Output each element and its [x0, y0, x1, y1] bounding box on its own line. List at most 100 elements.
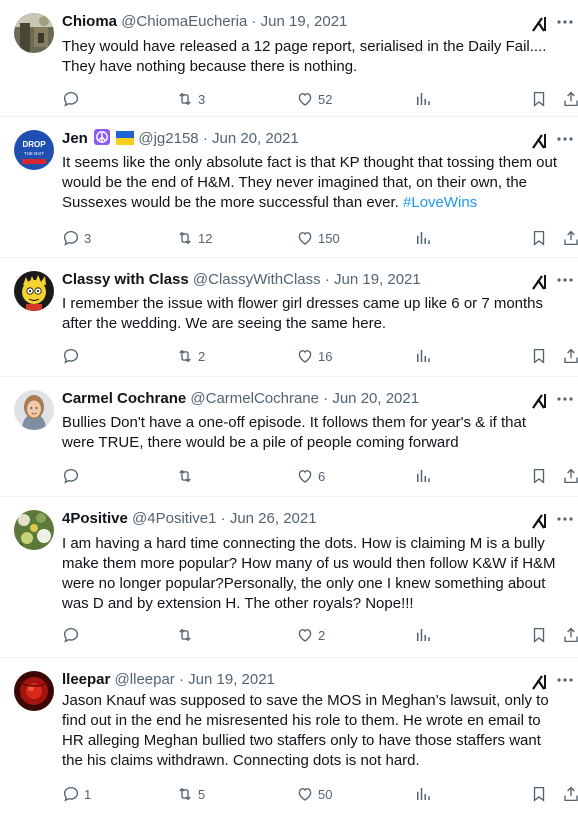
bookmark-button[interactable]	[530, 625, 548, 645]
views-button[interactable]	[414, 784, 432, 804]
tweet-date[interactable]: Jun 20, 2021	[212, 130, 299, 147]
bookmark-button[interactable]	[530, 89, 548, 109]
like-count: 52	[318, 91, 333, 107]
author-name[interactable]: 4Positive	[62, 510, 128, 527]
reply-icon	[63, 468, 79, 484]
grok-icon[interactable]	[530, 131, 550, 151]
reply-icon	[63, 230, 79, 246]
author-handle[interactable]: @4Positive1	[132, 510, 216, 527]
retweet-button[interactable]	[176, 466, 198, 486]
bookmark-button[interactable]	[530, 784, 548, 804]
like-button[interactable]: 52	[296, 89, 332, 109]
views-button[interactable]	[414, 346, 432, 366]
tweet[interactable]: DROP THE BAIT Jen @jg2158 · Jun 20, 2021…	[0, 117, 578, 258]
author-handle[interactable]: @lleepar	[115, 671, 175, 688]
reply-button[interactable]	[62, 89, 84, 109]
bookmark-button[interactable]	[530, 466, 548, 486]
grok-icon[interactable]	[530, 391, 550, 411]
tweet[interactable]: 4Positive @4Positive1 · Jun 26, 2021 I a…	[0, 497, 578, 658]
bookmark-button[interactable]	[530, 228, 548, 248]
svg-text:DROP: DROP	[22, 140, 46, 149]
retweet-button[interactable]: 3	[176, 89, 205, 109]
avatar[interactable]	[14, 671, 54, 711]
views-icon	[417, 93, 430, 105]
tweet-date[interactable]: Jun 19, 2021	[334, 271, 421, 288]
share-button[interactable]	[562, 466, 578, 486]
avatar[interactable]	[14, 271, 54, 311]
author-handle[interactable]: @ChiomaEucheria	[121, 13, 247, 30]
reply-icon	[63, 348, 79, 364]
retweet-button[interactable]: 12	[176, 228, 212, 248]
more-icon[interactable]	[556, 670, 574, 690]
retweet-button[interactable]: 5	[176, 784, 205, 804]
avatar[interactable]	[14, 390, 54, 430]
bookmark-icon	[533, 348, 545, 364]
author-name[interactable]: Jen	[62, 130, 88, 147]
share-button[interactable]	[562, 625, 578, 645]
tweet-date[interactable]: Jun 19, 2021	[261, 13, 348, 30]
more-icon[interactable]	[556, 389, 574, 409]
tweet-date[interactable]: Jun 20, 2021	[332, 390, 419, 407]
tweet-date[interactable]: Jun 26, 2021	[230, 510, 317, 527]
tweet-date[interactable]: Jun 19, 2021	[188, 671, 275, 688]
like-button[interactable]: 16	[296, 346, 332, 366]
avatar[interactable]	[14, 510, 54, 550]
tweet-actions: 2 16	[62, 346, 578, 366]
avatar[interactable]	[14, 13, 54, 53]
reply-button[interactable]	[62, 466, 84, 486]
like-button[interactable]: 150	[296, 228, 340, 248]
tweet[interactable]: Chioma @ChiomaEucheria · Jun 19, 2021 Th…	[0, 0, 578, 117]
share-button[interactable]	[562, 784, 578, 804]
retweet-button[interactable]	[176, 625, 198, 645]
separator: ·	[323, 390, 329, 407]
retweet-icon	[179, 787, 191, 801]
grok-icon[interactable]	[530, 14, 550, 34]
author-name[interactable]: Classy with Class	[62, 271, 189, 288]
retweet-count: 5	[198, 786, 206, 802]
share-icon	[564, 468, 578, 484]
author-handle[interactable]: @ClassyWithClass	[193, 271, 321, 288]
retweet-icon	[179, 349, 191, 363]
hashtag-link[interactable]: #LoveWins	[403, 194, 477, 211]
views-button[interactable]	[414, 228, 432, 248]
author-handle[interactable]: @jg2158	[138, 130, 198, 147]
grok-icon[interactable]	[530, 672, 550, 692]
reply-button[interactable]	[62, 625, 84, 645]
like-button[interactable]: 6	[296, 466, 325, 486]
more-icon[interactable]	[556, 270, 574, 290]
grok-icon[interactable]	[530, 511, 550, 531]
like-icon	[298, 470, 312, 483]
share-button[interactable]	[562, 346, 578, 366]
reply-button[interactable]	[62, 346, 84, 366]
views-button[interactable]	[414, 625, 432, 645]
author-name[interactable]: Chioma	[62, 13, 117, 30]
like-count: 16	[318, 348, 333, 364]
share-icon	[564, 230, 578, 246]
tweet[interactable]: Carmel Cochrane @CarmelCochrane · Jun 20…	[0, 377, 578, 497]
more-icon[interactable]	[556, 509, 574, 529]
bookmark-icon	[533, 627, 545, 643]
reply-button[interactable]: 3	[62, 228, 91, 248]
grok-icon[interactable]	[530, 272, 550, 292]
like-button[interactable]: 50	[296, 784, 332, 804]
more-icon[interactable]	[556, 12, 574, 32]
retweet-button[interactable]: 2	[176, 346, 205, 366]
reply-count: 1	[84, 786, 92, 802]
share-button[interactable]	[562, 228, 578, 248]
tweet[interactable]: Classy with Class @ClassyWithClass · Jun…	[0, 258, 578, 377]
svg-text:THE BAIT: THE BAIT	[24, 151, 45, 156]
tweet-text: Jason Knauf was supposed to save the MOS…	[62, 692, 549, 769]
more-icon[interactable]	[556, 129, 574, 149]
bookmark-button[interactable]	[530, 346, 548, 366]
like-button[interactable]: 2	[296, 625, 325, 645]
avatar[interactable]: DROP THE BAIT	[14, 130, 54, 170]
tweet[interactable]: lleepar @lleepar · Jun 19, 2021 Jason Kn…	[0, 658, 578, 813]
share-icon	[564, 91, 578, 107]
reply-button[interactable]: 1	[62, 784, 91, 804]
share-button[interactable]	[562, 89, 578, 109]
author-handle[interactable]: @CarmelCochrane	[190, 390, 319, 407]
author-name[interactable]: Carmel Cochrane	[62, 390, 186, 407]
views-button[interactable]	[414, 466, 432, 486]
author-name[interactable]: lleepar	[62, 671, 110, 688]
views-button[interactable]	[414, 89, 432, 109]
